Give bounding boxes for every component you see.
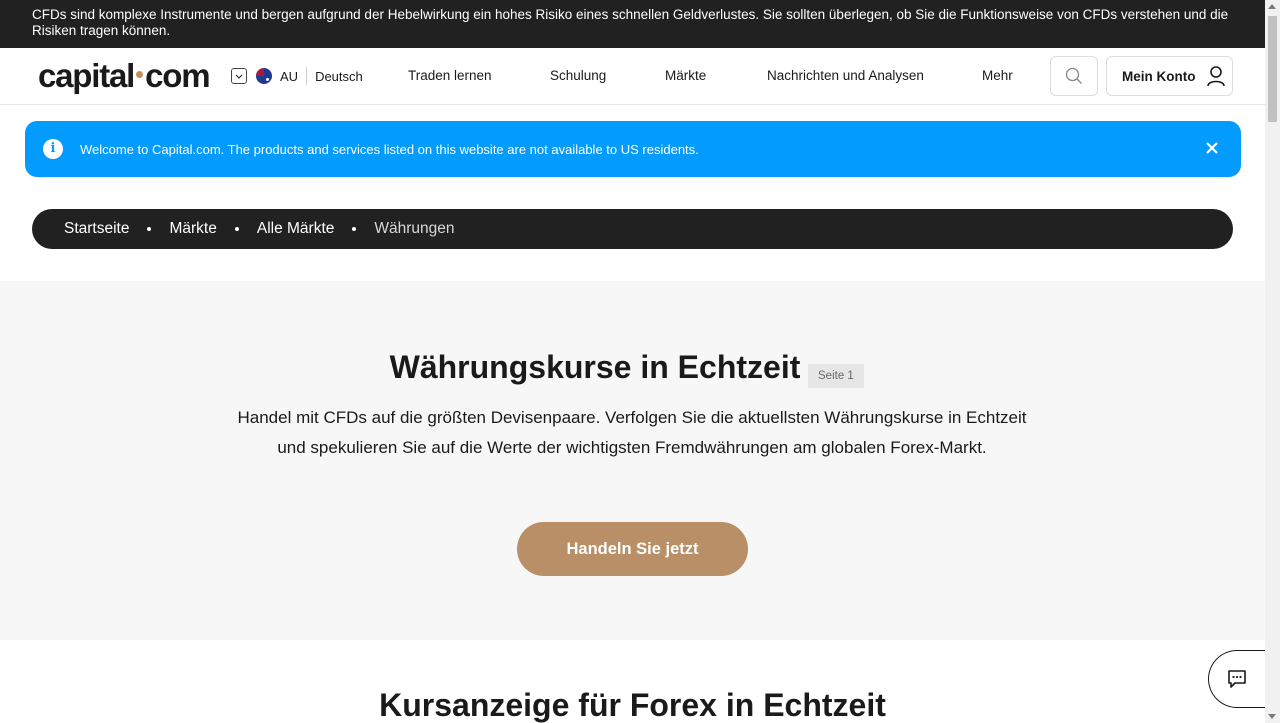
nav-item-traden-lernen[interactable]: Traden lernen (408, 67, 492, 85)
hero-section: Währungskurse in Echtzeit Seite 1 Handel… (0, 281, 1265, 640)
breadcrumb-current-waehrungen: Währungen (374, 220, 455, 237)
user-icon (1206, 66, 1225, 87)
capital-com-logo[interactable]: capital com (38, 57, 211, 94)
section-title-forex: Kursanzeige für Forex in Echtzeit (379, 687, 886, 723)
logo-text-left: capital (38, 57, 135, 94)
page-title: Währungskurse in Echtzeit (389, 349, 801, 385)
risk-warning-text: CFDs sind komplexe Instrumente und berge… (32, 7, 1229, 38)
hero-description: Handel mit CFDs auf die größten Devisenp… (237, 408, 1027, 457)
close-icon[interactable] (1205, 141, 1219, 155)
alert-message: Welcome to Capital.com. The products and… (80, 141, 699, 157)
scroll-up-arrow[interactable] (1268, 4, 1276, 9)
logo-text-right: com (145, 57, 210, 94)
region-language-selector[interactable]: AU Deutsch (231, 67, 363, 85)
nav-item-maerkte[interactable]: Märkte (665, 67, 706, 85)
info-icon (43, 139, 63, 159)
chevron-down-icon[interactable] (231, 68, 247, 84)
breadcrumb-separator (352, 227, 357, 231)
page-badge: Seite 1 (808, 364, 864, 388)
nav-item-schulung[interactable]: Schulung (550, 67, 606, 85)
breadcrumb-separator (234, 227, 239, 231)
divider (306, 67, 308, 85)
breadcrumb: Startseite Märkte Alle Märkte Währungen (32, 209, 1233, 249)
chat-icon (1228, 670, 1246, 688)
logo-dot (136, 71, 144, 79)
us-residents-alert: Welcome to Capital.com. The products and… (25, 121, 1241, 177)
breadcrumb-separator (147, 227, 152, 231)
nav-item-mehr[interactable]: Mehr (982, 67, 1013, 85)
australia-flag-icon (256, 68, 272, 84)
breadcrumb-alle-maerkte[interactable]: Alle Märkte (257, 220, 335, 238)
account-label: Mein Konto (1122, 68, 1196, 84)
language-label[interactable]: Deutsch (315, 69, 363, 84)
breadcrumb-startseite[interactable]: Startseite (64, 220, 129, 238)
breadcrumb-maerkte[interactable]: Märkte (169, 220, 216, 238)
my-account-button[interactable]: Mein Konto (1106, 56, 1233, 96)
scrollbar-thumb[interactable] (1268, 16, 1277, 122)
site-header: capital com AU Deutsch Traden lernen Schu… (0, 48, 1265, 105)
nav-item-nachrichten[interactable]: Nachrichten und Analysen (767, 67, 924, 85)
scroll-down-arrow[interactable] (1268, 714, 1276, 719)
vertical-scrollbar[interactable] (1265, 0, 1280, 723)
region-code[interactable]: AU (280, 69, 298, 84)
trade-now-button[interactable]: Handeln Sie jetzt (517, 522, 748, 576)
search-button[interactable] (1050, 56, 1098, 96)
search-icon (1065, 67, 1082, 84)
risk-warning-bar: CFDs sind komplexe Instrumente und berge… (0, 0, 1265, 48)
